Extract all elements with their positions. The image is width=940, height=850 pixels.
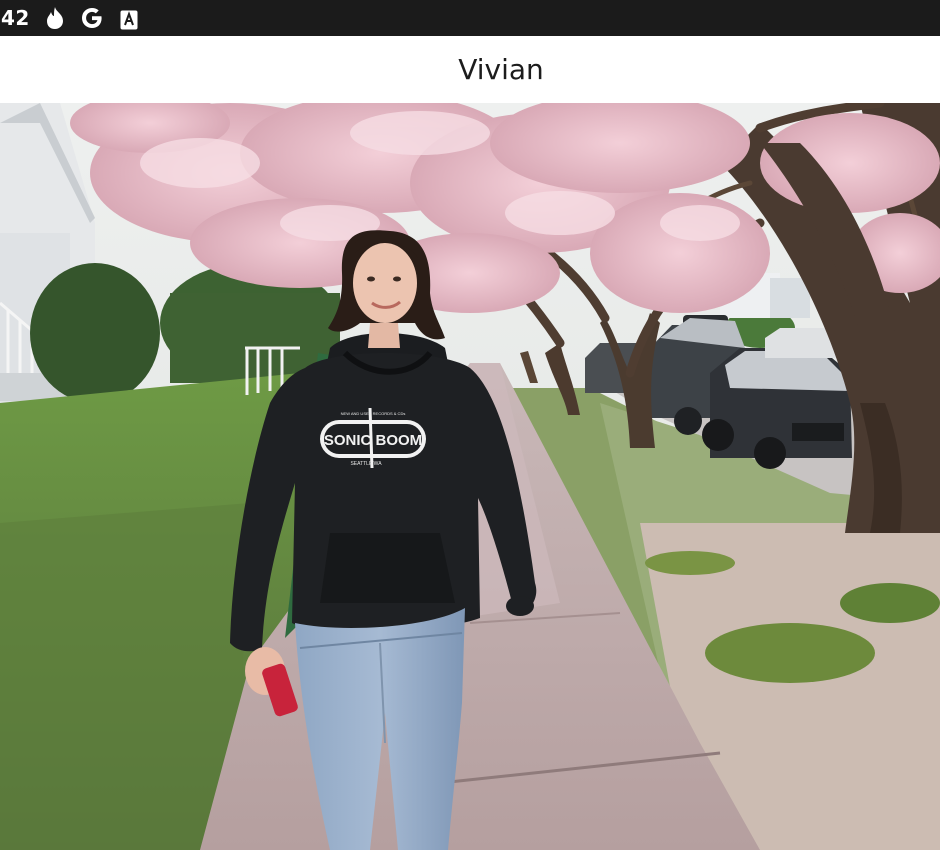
translate-a-icon [120, 8, 138, 32]
profile-photo[interactable]: SONIC BOOM NEW AND USED RECORDS & CDs SE… [0, 103, 940, 850]
svg-text:SONIC BOOM: SONIC BOOM [324, 432, 422, 449]
google-icon [80, 6, 104, 30]
profile-header: Vivian [0, 36, 940, 103]
profile-name-title: Vivian [458, 53, 544, 86]
parked-car-1 [702, 348, 852, 469]
svg-text:NEW AND USED RECORDS & CDs: NEW AND USED RECORDS & CDs [341, 411, 406, 416]
status-bar: 42 [0, 0, 940, 36]
svg-text:SEATTLE WA: SEATTLE WA [350, 461, 382, 467]
flame-icon [44, 6, 66, 30]
profile-photo-image: SONIC BOOM NEW AND USED RECORDS & CDs SE… [0, 103, 940, 850]
status-time: 42 [1, 6, 30, 30]
